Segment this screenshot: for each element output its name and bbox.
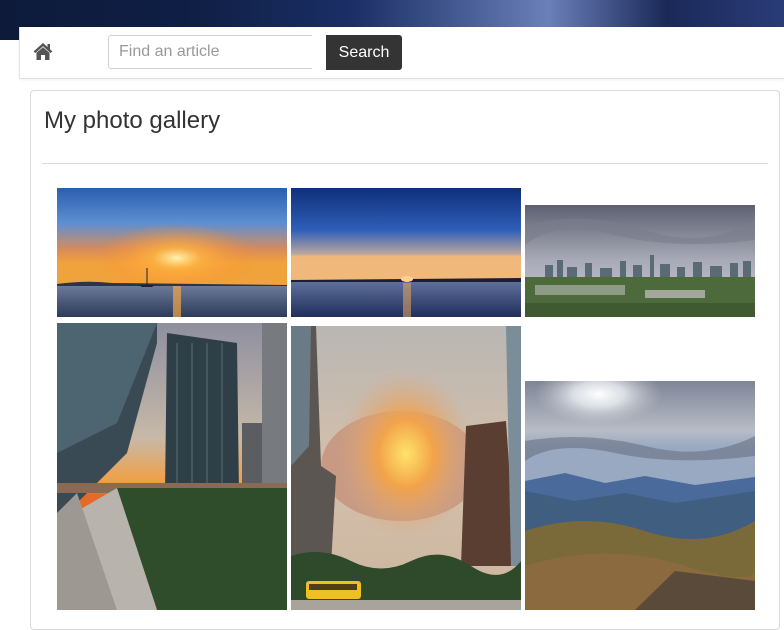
gallery-panel: My photo gallery bbox=[30, 90, 780, 630]
navbar: Search bbox=[19, 27, 784, 79]
home-button[interactable] bbox=[32, 41, 54, 63]
home-icon bbox=[33, 43, 53, 60]
gallery-photo-mountain-valley[interactable] bbox=[525, 381, 755, 610]
gallery-photo-sunset-sailboat[interactable] bbox=[57, 188, 287, 317]
divider bbox=[42, 163, 768, 164]
search-input[interactable] bbox=[108, 35, 312, 69]
gallery-photo-city-skyline[interactable] bbox=[525, 205, 755, 317]
gallery-photo-clouds-skyscrapers[interactable] bbox=[291, 326, 521, 610]
gallery-photo-horizon-sunset[interactable] bbox=[291, 188, 521, 317]
page-title: My photo gallery bbox=[44, 107, 221, 134]
gallery-photo-glass-towers[interactable] bbox=[57, 323, 287, 610]
search-button[interactable]: Search bbox=[326, 35, 402, 70]
